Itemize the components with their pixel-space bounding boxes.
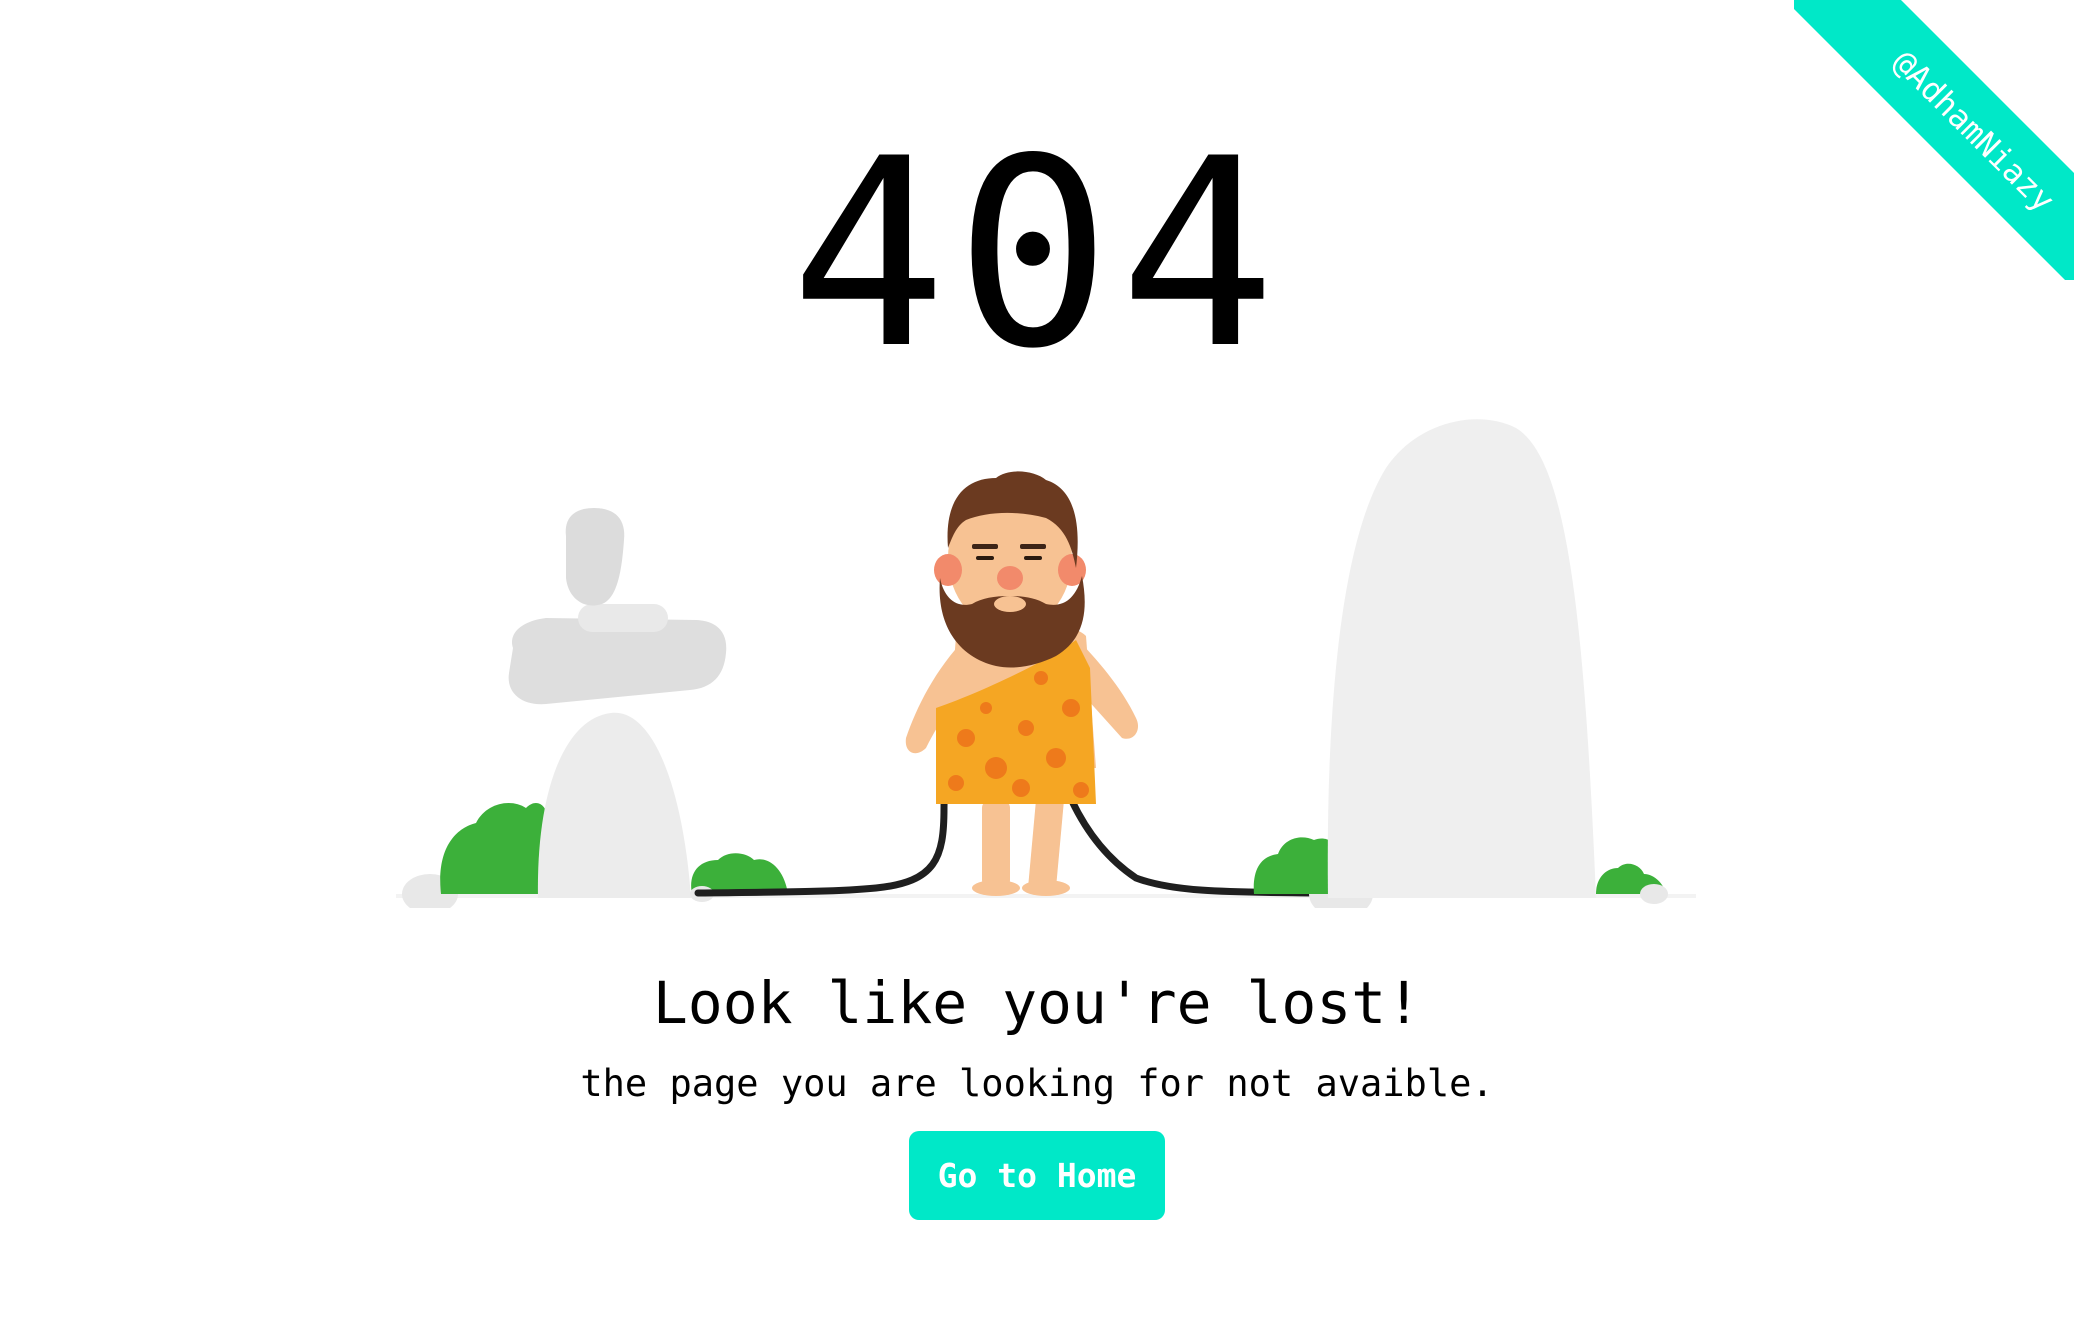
pebble-far-right-icon xyxy=(1640,884,1668,904)
mouth xyxy=(994,596,1026,612)
brow-left xyxy=(972,544,998,549)
go-to-home-button[interactable]: Go to Home xyxy=(909,1131,1165,1220)
leg-left xyxy=(982,800,1010,888)
ear-left xyxy=(934,554,962,586)
not-found-page: @AdhamNiazy 404 Look like you're lost! t… xyxy=(0,0,2074,1344)
eye-right xyxy=(1024,556,1042,560)
big-rock-icon xyxy=(1327,419,1596,898)
error-code-heading: 404 xyxy=(790,104,1284,406)
eye-left xyxy=(976,556,994,560)
lost-heading: Look like you're lost! xyxy=(652,969,1422,1037)
nose xyxy=(997,566,1023,590)
caveman-illustration xyxy=(396,419,1696,908)
stone-base-icon xyxy=(537,712,691,898)
stone-top-icon xyxy=(565,508,625,606)
brow-right xyxy=(1020,544,1046,549)
stone-small-icon xyxy=(578,604,668,632)
bush-left-icon xyxy=(440,803,548,894)
leg-right xyxy=(1028,800,1064,888)
bush-right-icon xyxy=(1253,837,1336,894)
lost-description: the page you are looking for not avaible… xyxy=(580,1062,1494,1105)
foot-right xyxy=(1022,880,1070,896)
foot-left xyxy=(972,880,1020,896)
